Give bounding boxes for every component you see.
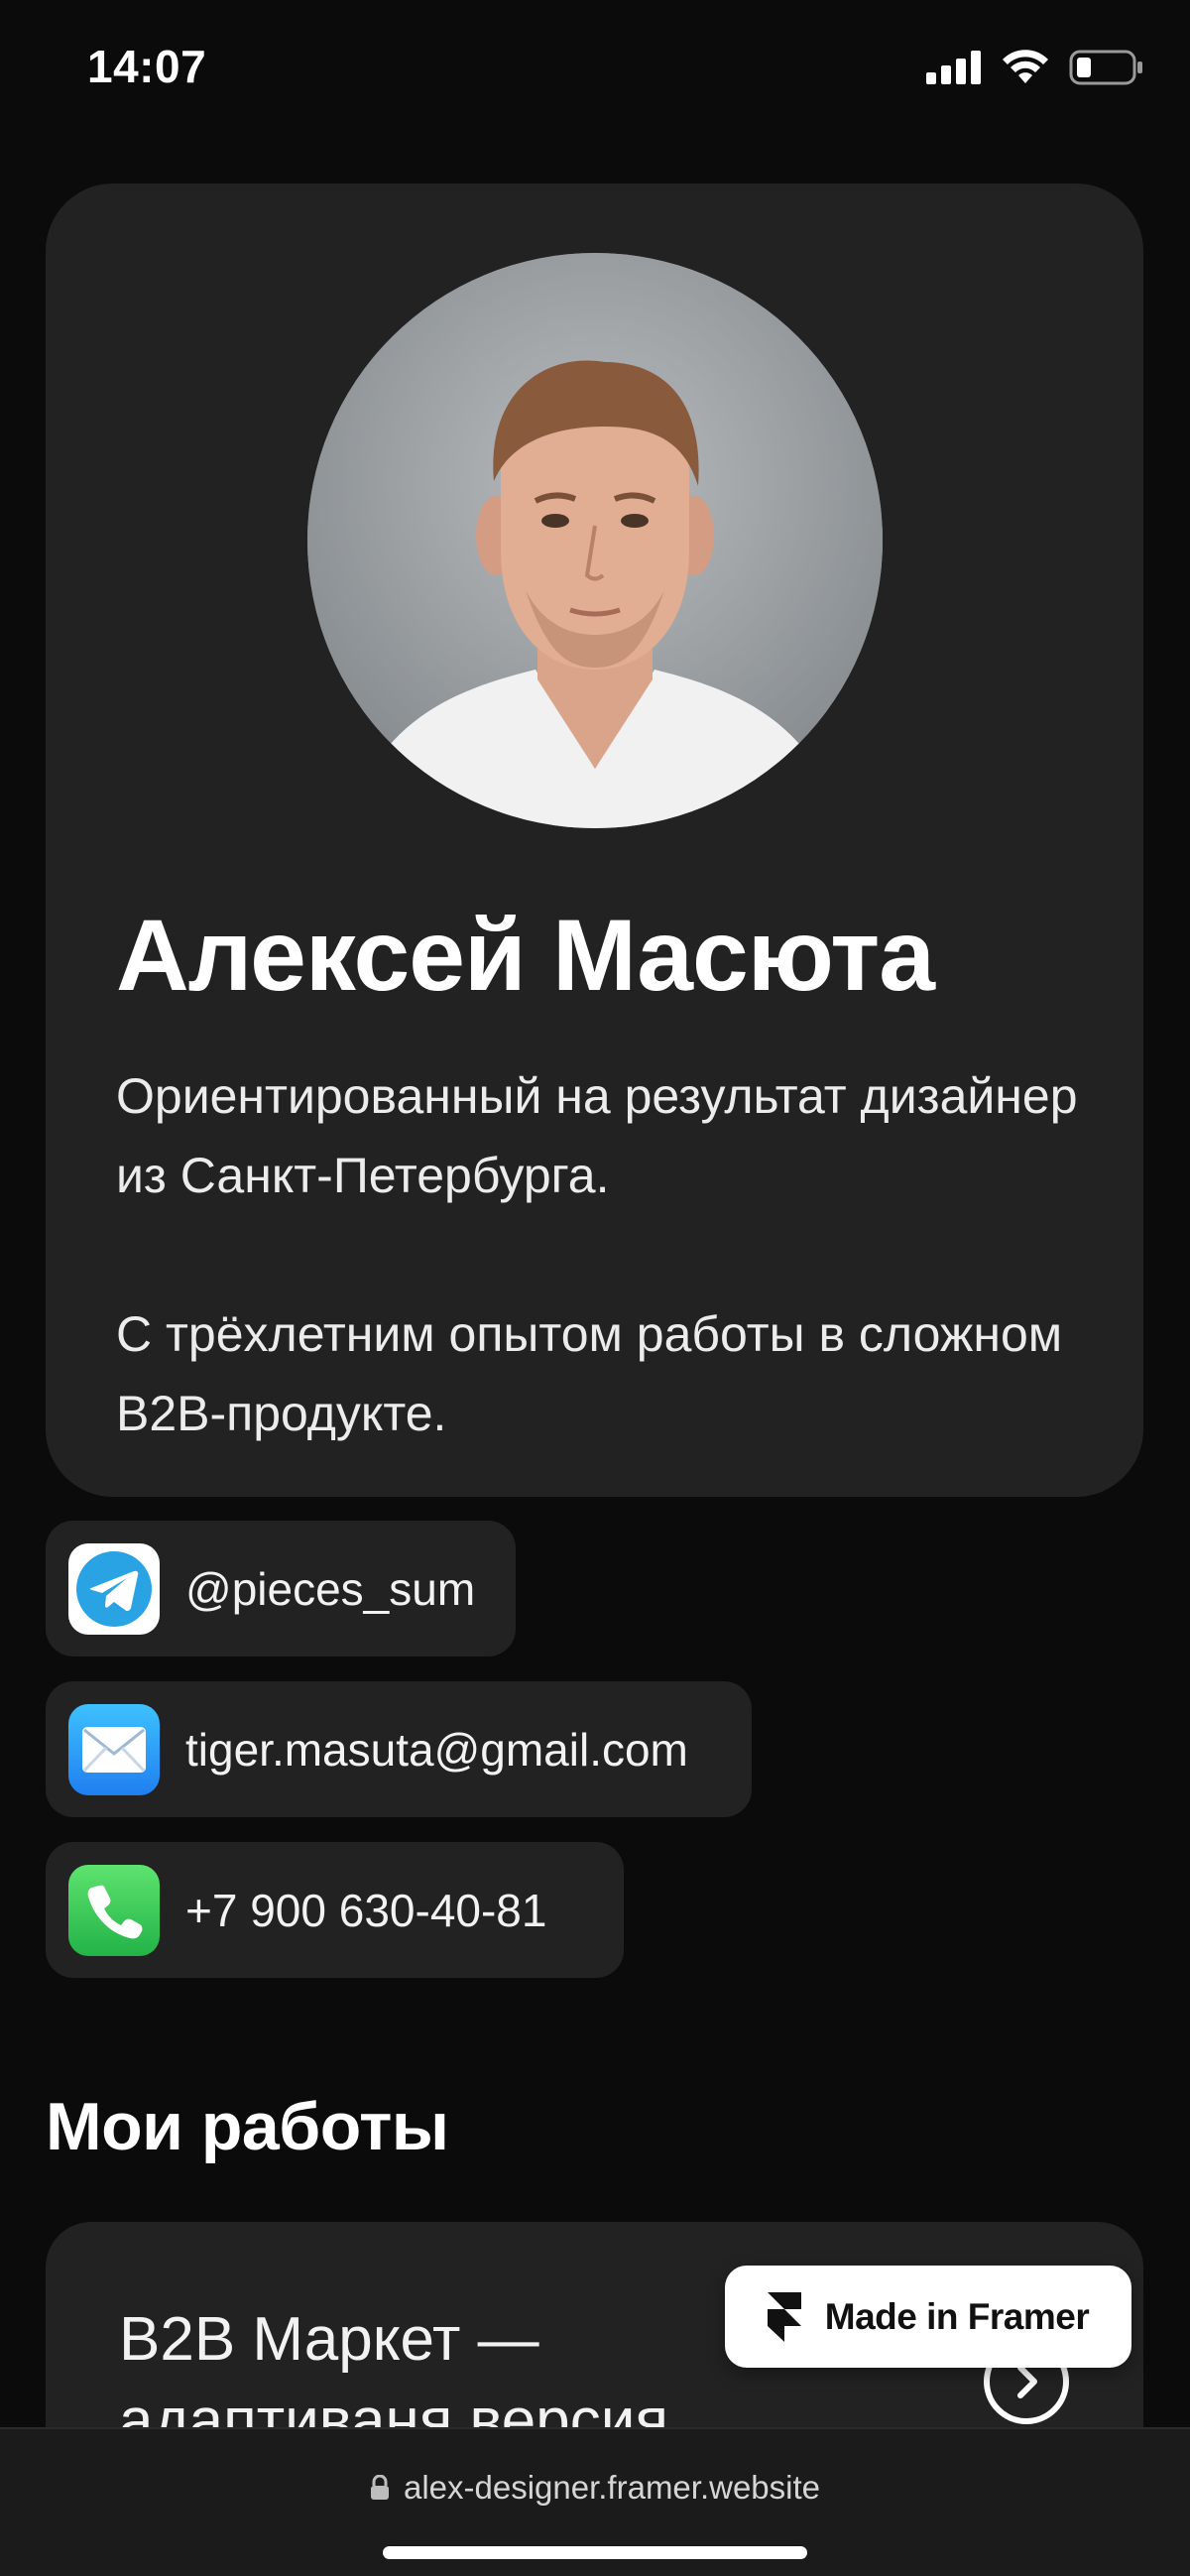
wifi-icon	[1002, 50, 1049, 90]
profile-photo	[307, 253, 883, 828]
made-in-framer-badge[interactable]: Made in Framer	[725, 2266, 1131, 2368]
url-field[interactable]: alex-designer.framer.website	[0, 2469, 1190, 2507]
profile-name: Алексей Масюта	[116, 899, 935, 1012]
status-icons	[926, 50, 1144, 90]
framer-logo-icon	[767, 2291, 801, 2342]
email-contact-link[interactable]: tiger.masuta@gmail.com	[46, 1681, 752, 1817]
battery-icon	[1069, 50, 1144, 90]
phone-contact-link[interactable]: +7 900 630-40-81	[46, 1842, 624, 1978]
url-text: alex-designer.framer.website	[403, 2469, 821, 2506]
profile-bio: Ориентированный на результат дизайнер из…	[116, 1056, 1088, 1453]
phone-icon	[68, 1864, 160, 1956]
framer-badge-label: Made in Framer	[824, 2295, 1090, 2337]
telegram-contact-link[interactable]: @pieces_sum	[46, 1521, 516, 1656]
bio-paragraph-1: Ориентированный на результат дизайнер из…	[116, 1068, 1078, 1203]
works-section-title: Мои работы	[46, 2089, 449, 2164]
browser-address-bar[interactable]: alex-designer.framer.website	[0, 2427, 1190, 2576]
home-indicator[interactable]	[383, 2546, 807, 2559]
status-bar: 14:07	[0, 0, 1190, 149]
telegram-icon	[68, 1542, 160, 1635]
cellular-signal-icon	[926, 51, 982, 89]
email-address: tiger.masuta@gmail.com	[185, 1723, 688, 1776]
bio-paragraph-2: С трёхлетним опытом работы в сложном B2B…	[116, 1306, 1063, 1441]
lock-icon	[370, 2475, 390, 2501]
status-time: 14:07	[87, 41, 207, 92]
profile-avatar	[307, 253, 883, 828]
telegram-handle: @pieces_sum	[185, 1562, 476, 1615]
phone-number: +7 900 630-40-81	[185, 1884, 547, 1936]
mail-icon	[68, 1703, 160, 1795]
page: 14:07 Алексей Масюта Ориентированный на …	[0, 0, 1190, 2576]
profile-card: Алексей Масюта Ориентированный на резуль…	[46, 184, 1143, 1497]
